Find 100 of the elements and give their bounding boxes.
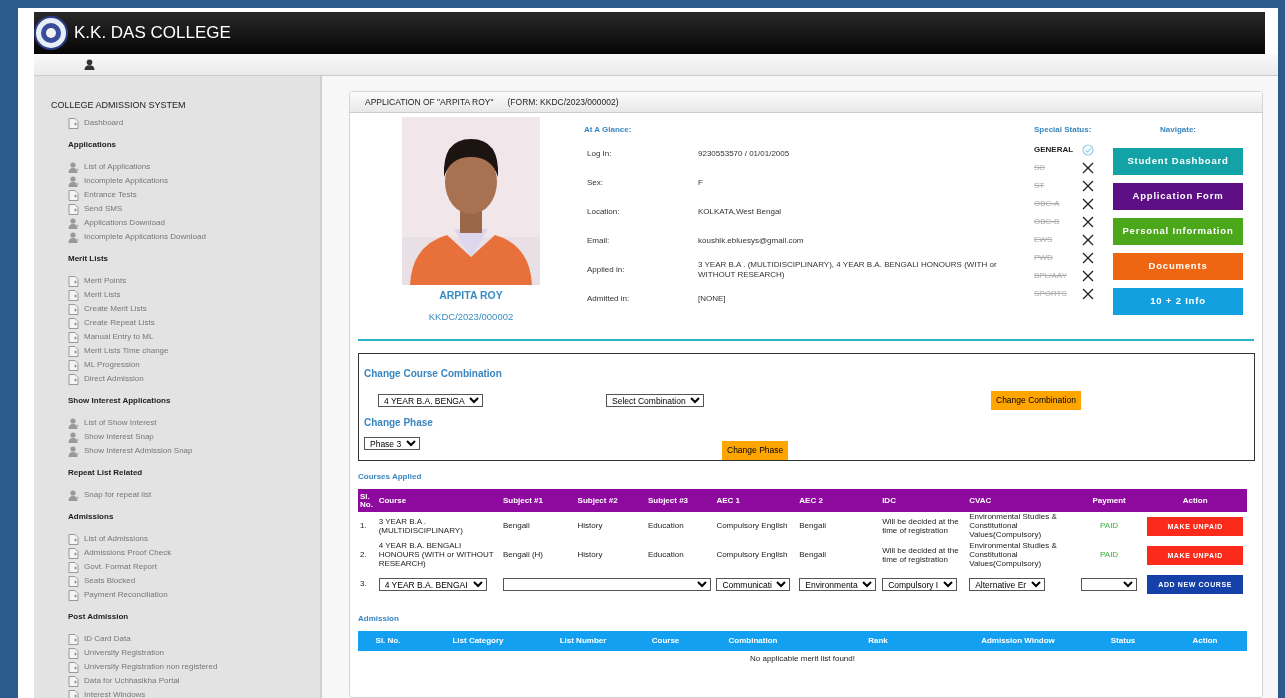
table-cell: Bengali (500, 512, 576, 541)
sidebar-link[interactable]: Snap for repeat list (84, 489, 152, 501)
field-value: 9230553570 / 01/01/2005 (698, 148, 791, 159)
page-icon (68, 661, 79, 673)
section-heading: Repeat List Related (68, 467, 144, 479)
column-header: Rank (803, 631, 953, 651)
table-cell-text: PAID (1099, 549, 1120, 562)
field-value: KOLKATA,West Bengal (698, 206, 783, 217)
sidebar-link[interactable]: Direct Admission (84, 373, 144, 385)
table-cell: PAID (1074, 512, 1144, 541)
sidebar-link[interactable]: Incomplete Applications (84, 175, 169, 187)
section-heading: Navigate: (1160, 124, 1196, 136)
column-header: Admission Window (953, 631, 1083, 651)
field-value: koushik.ebluesys@gmail.com (698, 235, 805, 246)
section-heading: Admission (358, 613, 400, 625)
sidebar-link[interactable]: Seats Blocked (84, 575, 136, 587)
page-icon (68, 373, 79, 385)
sidebar-link[interactable]: Merit Lists (84, 289, 121, 301)
field-value: [NONE] (698, 293, 727, 304)
page-icon (68, 633, 79, 645)
page-icon (68, 647, 79, 659)
table-cell-text: History (576, 549, 604, 562)
column-header: Sl. No. (358, 489, 377, 512)
table-cell-text: Bengali (798, 549, 827, 562)
sidebar-link[interactable]: Incomplete Applications Download (84, 231, 206, 243)
combination-select[interactable]: Select Combination (606, 393, 704, 407)
page-icon (68, 533, 79, 545)
sidebar-link[interactable]: Payment Reconciliation (84, 589, 168, 601)
nav-button[interactable]: Documents (1113, 253, 1243, 280)
section-heading: Applications (68, 139, 117, 151)
course-select[interactable]: 4 YEAR B.A. BENGA (378, 393, 483, 407)
sidebar-link[interactable]: Create Repeat Lists (84, 317, 155, 329)
field-label: Email: (586, 234, 611, 247)
sidebar-link[interactable]: Applications Download (84, 217, 165, 229)
sidebar-link[interactable]: List of Show Interest (84, 417, 157, 429)
section-heading: Merit Lists (68, 253, 109, 265)
person-icon (68, 417, 79, 429)
table-cell: Will be decided at the time of registration (880, 512, 968, 541)
page-icon (68, 289, 79, 301)
sidebar-link[interactable]: Interest Windows (84, 689, 146, 698)
sidebar-link[interactable]: Merit Points (84, 275, 127, 287)
table-cell: Bengali (797, 512, 881, 541)
column-header: Subject #1 (500, 489, 576, 512)
sidebar-link[interactable]: University Registration (84, 647, 165, 659)
sidebar-link[interactable]: ID Card Data (84, 633, 131, 645)
sidebar-link[interactable]: Manual Entry to ML (84, 331, 154, 343)
page-icon (68, 303, 79, 315)
course-option-select[interactable]: Alternative Er (969, 578, 1046, 591)
status-label: EWS (1034, 234, 1053, 246)
sidebar-title: COLLEGE ADMISSION SYSTEM (51, 99, 187, 112)
table-cell-text: 4 YEAR B.A. BENGALI HONOURS (WITH or WITHOUT RESEARCH) (377, 541, 495, 570)
page-icon (68, 275, 79, 287)
nav-button[interactable]: Student Dashboard (1113, 148, 1243, 175)
course-option-select[interactable]: Compulsory I (882, 578, 958, 591)
page-icon (68, 575, 79, 587)
column-header: AEC 2 (797, 489, 881, 512)
course-option-select[interactable]: Communicati (716, 578, 791, 591)
sidebar-link[interactable]: Dashboard (84, 117, 124, 129)
change-phase-button[interactable]: Change Phase (722, 440, 789, 460)
nav-button[interactable]: 10 + 2 Info (1113, 288, 1243, 315)
sidebar-link[interactable]: Admissions Proof Check (84, 547, 172, 559)
sidebar-link[interactable]: Send SMS (84, 203, 123, 215)
sidebar-link[interactable]: List of Admissions (84, 533, 149, 545)
field-value: 3 YEAR B.A . (MULTIDISCIPLINARY), 4 YEAR B.A. BENGALI HONOURS (WITH or WITHOUT RESEARCH) (698, 259, 998, 280)
sidebar-link[interactable]: Show Interest Snap (84, 431, 154, 443)
form-number: (FORM: KKDC/2023/000002) (507, 95, 619, 109)
phase-select[interactable]: Phase 3 (364, 436, 420, 450)
section-heading: Courses Applied (358, 471, 423, 483)
sidebar-link[interactable]: Entrance Tests (84, 189, 137, 201)
sidebar-link[interactable]: Merit Lists Time change (84, 345, 169, 357)
table-cell: Compulsory English (714, 512, 798, 541)
table-cell: 1. (358, 512, 377, 541)
field-label: Sex: (586, 176, 604, 189)
person-icon (68, 175, 79, 187)
table-cell: 3 YEAR B.A . (MULTIDISCIPLINARY) (376, 512, 501, 541)
change-combination-button[interactable]: Change Combination (991, 391, 1081, 410)
section-heading: Change Course Combination (364, 367, 503, 381)
status-label: PWD (1034, 252, 1053, 264)
sidebar-link[interactable]: Show Interest Admission Snap (84, 445, 193, 457)
form-number: KKDC/2023/000002 (428, 309, 514, 324)
panel-title: APPLICATION OF "ARPITA ROY" (365, 95, 494, 109)
nav-button[interactable]: Personal Information (1113, 218, 1243, 245)
status-label: SC (1034, 162, 1046, 174)
sidebar-link[interactable]: List of Applications (84, 161, 151, 173)
nav-button[interactable]: Application Form (1113, 183, 1243, 210)
status-label: GENERAL (1034, 144, 1074, 156)
payment-select[interactable] (1081, 578, 1138, 591)
column-header: Status (1083, 631, 1163, 651)
course-option-select[interactable]: Environmenta (799, 578, 877, 591)
section-heading: Change Phase (364, 415, 434, 430)
course-select[interactable]: 4 YEAR B.A. BENGAI (378, 578, 487, 591)
sidebar-link[interactable]: Create Merit Lists (84, 303, 147, 315)
user-icon[interactable] (84, 59, 95, 70)
sidebar-link[interactable]: Govt. Format Report (84, 561, 157, 573)
sidebar-link[interactable]: Data for Uchhasikha Portal (84, 675, 180, 687)
sidebar-link[interactable]: ML Progression (84, 359, 140, 371)
section-heading: Admissions (68, 511, 115, 523)
sidebar-link[interactable]: University Registration non registered (84, 661, 218, 673)
table-cell-text: Education (647, 549, 685, 562)
subject-select[interactable] (502, 578, 711, 591)
